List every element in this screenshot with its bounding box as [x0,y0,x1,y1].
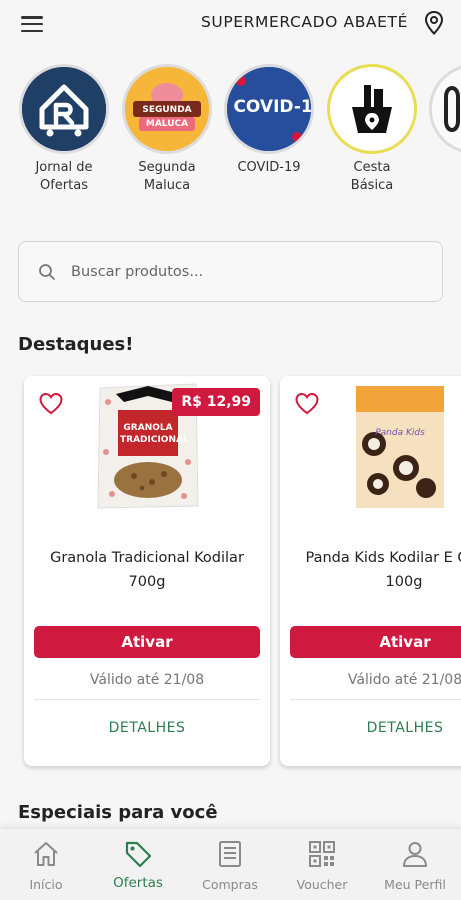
home-icon [34,842,58,866]
product-image [356,386,444,508]
person-icon [403,842,427,867]
product-package-text: GRANOLA TRADICIONAL [120,423,189,445]
heart-outline-icon[interactable] [294,392,320,416]
divider [290,699,461,700]
highlights-carousel: GRANOLA TRADICIONAL R$ 12,99 Granola Tra… [0,372,461,772]
story-more[interactable] [426,64,461,154]
basket-icon [332,69,412,149]
activate-button[interactable]: Ativar [290,626,461,658]
nav-label: Meu Perfil [384,877,446,892]
receipt-icon [219,841,241,867]
story-label: Segunda Maluca [138,160,196,193]
nav-label: Início [29,877,63,892]
activate-button[interactable]: Ativar [34,626,260,658]
nav-item-inicio[interactable]: Início [0,829,92,900]
story-avatar [19,64,109,154]
product-name: Panda Kids Kodilar E Cacau 100g [305,550,461,590]
store-name: SUPERMERCADO ABAETÉ [200,13,408,31]
details-link[interactable]: DETALHES [24,720,270,736]
nav-label: Compras [202,877,258,892]
nav-item-voucher[interactable]: Voucher [276,829,368,900]
nav-item-compras[interactable]: Compras [184,829,276,900]
story-avatar: COVID-19 [224,64,314,154]
app-screen: SUPERMERCADO ABAETÉ Jornal de Ofertas SE… [0,0,461,900]
valid-until-text: Válido até 21/08 [347,672,461,688]
story-covid-19[interactable]: COVID-19 COVID-19 [221,64,317,177]
story-jornal-de-ofertas[interactable]: Jornal de Ofertas [16,64,112,195]
story-label: Cesta Básica [350,160,394,193]
segunda-maluca-badge-text: SEGUNDA MALUCA [142,105,192,129]
store-cart-logo-icon [22,67,106,151]
highlights-title: Destaques! [18,334,134,355]
bottom-navigation: Início Ofertas Compras Voucher Meu Perfi… [0,828,461,900]
story-segunda-maluca[interactable]: SEGUNDA MALUCA Segunda Maluca [119,64,215,195]
details-link[interactable]: DETALHES [280,720,461,736]
divider [34,699,260,700]
hamburger-menu-icon[interactable] [20,14,44,34]
tag-icon [125,841,152,868]
nav-item-ofertas[interactable]: Ofertas [92,829,184,900]
price-badge: R$ 12,99 [172,388,260,416]
specials-title: Especiais para você [18,802,218,823]
map-pin-icon[interactable] [422,10,446,36]
story-avatar [327,64,417,154]
product-card[interactable]: GRANOLA TRADICIONAL R$ 12,99 Granola Tra… [24,376,270,766]
product-name: Granola Tradicional Kodilar 700g [50,550,244,590]
story-label: Jornal de Ofertas [35,160,93,193]
search-icon [39,264,55,280]
story-label: COVID-19 [237,160,301,175]
search-input[interactable] [71,256,431,288]
product-package-text: Panda Kids [375,428,425,438]
story-avatar [429,64,461,154]
story-cesta-basica[interactable]: Cesta Básica [324,64,420,195]
stories-carousel: Jornal de Ofertas SEGUNDA MALUCA Segunda… [0,64,461,204]
nav-label: Ofertas [113,875,163,891]
top-bar: SUPERMERCADO ABAETÉ [0,0,461,52]
story-partial-thumbnail [432,67,461,151]
heart-outline-icon[interactable] [38,392,64,416]
valid-until-text: Válido até 21/08 [89,672,205,688]
covid-banner-text: COVID-19 [233,97,313,117]
search-bar[interactable] [18,241,443,302]
nav-item-meu-perfil[interactable]: Meu Perfil [369,829,461,900]
nav-label: Voucher [296,877,348,892]
product-card[interactable]: Panda Kids Panda Kids Kodilar E Cacau 10… [280,376,461,766]
story-avatar: SEGUNDA MALUCA [122,64,212,154]
qr-code-icon [309,841,335,867]
